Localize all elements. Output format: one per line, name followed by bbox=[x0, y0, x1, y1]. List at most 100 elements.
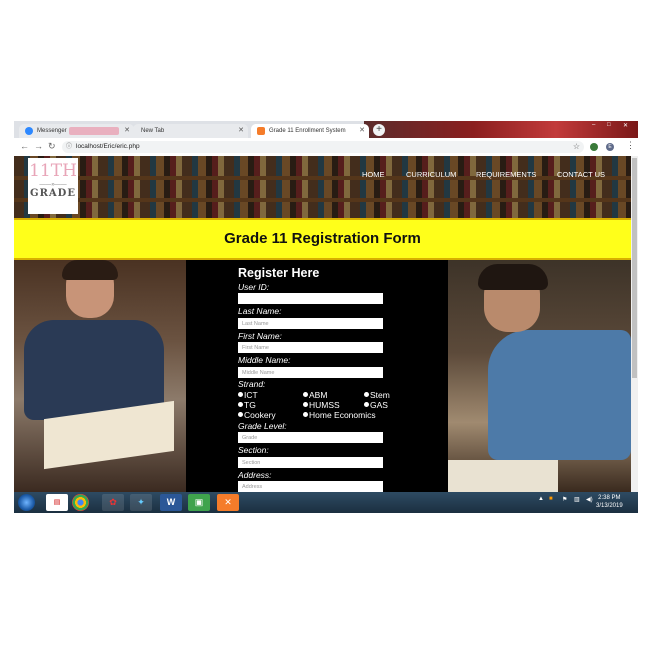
clock-date: 3/13/2019 bbox=[596, 503, 623, 509]
middle-name-label: Middle Name: bbox=[238, 355, 291, 365]
nav-requirements[interactable]: REQUIREMENTS bbox=[476, 170, 536, 179]
photos-icon[interactable]: ▣ bbox=[188, 494, 210, 511]
chrome-icon[interactable] bbox=[72, 494, 89, 511]
grade-level-label: Grade Level: bbox=[238, 421, 287, 431]
tray-xampp-icon[interactable]: ■ bbox=[549, 496, 553, 502]
form-heading: Register Here bbox=[238, 266, 320, 280]
section-input[interactable] bbox=[238, 457, 383, 468]
bookmark-star-icon[interactable]: ☆ bbox=[573, 141, 580, 153]
radio-icon bbox=[238, 392, 243, 397]
user-id-input[interactable] bbox=[238, 293, 383, 304]
strand-radio-tg[interactable]: TG bbox=[238, 400, 256, 410]
photo-detail bbox=[488, 330, 631, 460]
radio-label: Stem bbox=[370, 390, 390, 400]
forward-icon[interactable]: → bbox=[34, 141, 43, 151]
radio-label: TG bbox=[244, 400, 256, 410]
close-window-button[interactable]: ✕ bbox=[623, 122, 628, 129]
strand-radio-home-economics[interactable]: Home Economics bbox=[303, 410, 376, 420]
radio-label: ICT bbox=[244, 390, 258, 400]
radio-icon bbox=[238, 402, 243, 407]
photo-detail bbox=[478, 264, 548, 290]
tray-expand-icon[interactable]: ▲ bbox=[538, 496, 544, 502]
menu-dots-icon[interactable]: ⋮ bbox=[626, 140, 635, 151]
site-logo[interactable]: 11TH ——»—— GRADE bbox=[28, 158, 78, 214]
network-icon[interactable]: ✦ bbox=[130, 494, 152, 511]
extension-icon[interactable] bbox=[590, 143, 598, 151]
last-name-input[interactable] bbox=[238, 318, 383, 329]
strand-radio-ict[interactable]: ICT bbox=[238, 390, 258, 400]
address-label: Address: bbox=[238, 470, 272, 480]
address-bar[interactable]: ⓘ localhost/Eric/eric.php ☆ bbox=[62, 141, 584, 153]
tab-messenger[interactable]: Messenger ✕ bbox=[19, 124, 134, 138]
photo-detail bbox=[62, 260, 118, 280]
page-scrollbar[interactable] bbox=[631, 156, 638, 492]
tray-network-icon[interactable]: ▥ bbox=[574, 496, 580, 503]
strand-radio-abm[interactable]: ABM bbox=[303, 390, 327, 400]
grade-level-input[interactable] bbox=[238, 432, 383, 443]
tab-label: New Tab bbox=[141, 128, 165, 134]
url-text: localhost/Eric/eric.php bbox=[76, 143, 140, 150]
info-icon[interactable]: ⓘ bbox=[66, 141, 72, 153]
radio-icon bbox=[303, 392, 308, 397]
strand-label: Strand: bbox=[238, 379, 266, 389]
radio-icon bbox=[364, 402, 369, 407]
close-icon[interactable]: ✕ bbox=[359, 124, 365, 138]
tray-volume-icon[interactable]: ◀) bbox=[586, 496, 593, 503]
strand-radio-gas[interactable]: GAS bbox=[364, 400, 388, 410]
strand-radio-humss[interactable]: HUMSS bbox=[303, 400, 340, 410]
start-button[interactable] bbox=[18, 494, 35, 511]
strand-radio-stem[interactable]: Stem bbox=[364, 390, 390, 400]
nav-home[interactable]: HOME bbox=[362, 170, 385, 179]
banner-overlay bbox=[14, 156, 631, 218]
new-tab-button[interactable]: + bbox=[373, 124, 385, 136]
back-icon[interactable]: ← bbox=[20, 141, 29, 151]
minimize-button[interactable]: – bbox=[592, 122, 595, 128]
tab-label: Grade 11 Enrollment System bbox=[269, 128, 346, 134]
registration-form-title: Grade 11 Registration Form bbox=[14, 218, 631, 260]
logo-grade: GRADE bbox=[30, 188, 76, 199]
radio-icon bbox=[238, 412, 243, 417]
webpage: 11TH ——»—— GRADE HOME CURRICULUM REQUIRE… bbox=[14, 156, 631, 492]
close-icon[interactable]: ✕ bbox=[124, 124, 130, 138]
nav-curriculum[interactable]: CURRICULUM bbox=[406, 170, 456, 179]
tray-flag-icon[interactable]: ⚑ bbox=[562, 496, 567, 503]
nav-contact-us[interactable]: CONTACT US bbox=[557, 170, 605, 179]
logo-11th: 11TH bbox=[29, 161, 77, 181]
first-name-input[interactable] bbox=[238, 342, 383, 353]
tab-strip: Messenger ✕ New Tab ✕ Grade 11 Enrollmen… bbox=[14, 121, 638, 138]
address-input[interactable] bbox=[238, 481, 383, 492]
radio-icon bbox=[303, 402, 308, 407]
xampp-icon[interactable]: ✕ bbox=[217, 494, 239, 511]
user-id-label: User ID: bbox=[238, 282, 270, 292]
middle-name-input[interactable] bbox=[238, 367, 383, 378]
photo-detail bbox=[448, 460, 558, 492]
word-icon[interactable]: W bbox=[160, 494, 182, 511]
profile-avatar[interactable]: E bbox=[606, 143, 614, 151]
pdf-icon[interactable]: ▤ bbox=[46, 494, 68, 511]
tab-new-tab[interactable]: New Tab ✕ bbox=[133, 124, 248, 138]
reload-icon[interactable]: ↻ bbox=[48, 141, 56, 152]
clock-time: 2:38 PM bbox=[598, 495, 621, 501]
toolbar: ← → ↻ ⓘ localhost/Eric/eric.php ☆ E ⋮ bbox=[14, 138, 638, 157]
sticky-icon[interactable]: ✿ bbox=[102, 494, 124, 511]
xampp-icon bbox=[257, 127, 265, 135]
radio-label: Cookery bbox=[244, 410, 276, 420]
radio-label: HUMSS bbox=[309, 400, 340, 410]
radio-icon bbox=[364, 392, 369, 397]
maximize-button[interactable]: □ bbox=[607, 122, 611, 128]
student-photo-right bbox=[448, 260, 631, 492]
registration-form: Register Here User ID: Last Name: First … bbox=[186, 260, 448, 492]
last-name-label: Last Name: bbox=[238, 306, 282, 316]
header-banner: 11TH ——»—— GRADE HOME CURRICULUM REQUIRE… bbox=[14, 156, 631, 218]
tab-label: Messenger bbox=[37, 128, 67, 134]
form-section: Register Here User ID: Last Name: First … bbox=[14, 260, 631, 492]
strand-radio-cookery[interactable]: Cookery bbox=[238, 410, 276, 420]
radio-label: Home Economics bbox=[309, 410, 376, 420]
blurred-region bbox=[69, 127, 119, 135]
tab-enrollment-system[interactable]: Grade 11 Enrollment System ✕ bbox=[251, 124, 369, 138]
system-clock[interactable]: 2:38 PM 3/13/2019 bbox=[596, 494, 623, 510]
screen: Messenger ✕ New Tab ✕ Grade 11 Enrollmen… bbox=[14, 121, 638, 513]
close-icon[interactable]: ✕ bbox=[238, 124, 244, 138]
scrollbar-thumb[interactable] bbox=[632, 158, 637, 378]
student-photo-left bbox=[14, 260, 186, 492]
